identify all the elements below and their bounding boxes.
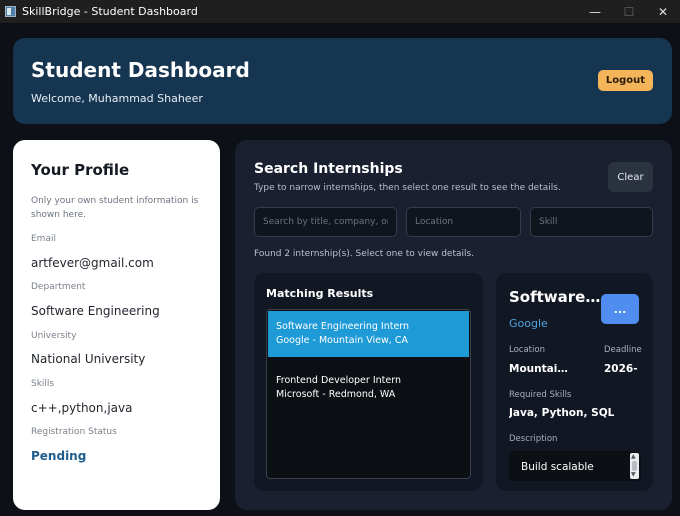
deadline-value: 2026- — [604, 363, 638, 375]
list-item-title: Software Engineering Intern — [276, 321, 410, 332]
skills-label: Skills — [31, 379, 55, 389]
description-scrollbar[interactable]: ▲ ▼ — [630, 453, 639, 479]
detail-title: Software Engineering Intern — [509, 288, 604, 306]
department-label: Department — [31, 282, 86, 292]
location-input[interactable] — [406, 207, 521, 237]
description-value: Build scalable — [521, 461, 594, 473]
detail-action-button[interactable]: ... — [601, 294, 639, 324]
results-title: Matching Results — [266, 287, 374, 300]
results-panel: Matching Results Software Engineering In… — [254, 273, 483, 491]
profile-note: Only your own student information is sho… — [31, 196, 199, 220]
maximize-button[interactable]: ☐ — [612, 0, 646, 23]
list-item[interactable]: Software Engineering Intern Google - Mou… — [268, 311, 469, 357]
clear-button[interactable]: Clear — [608, 162, 653, 192]
list-item[interactable]: Frontend Developer Intern Microsoft - Re… — [268, 365, 469, 411]
search-panel: Search Internships Type to narrow intern… — [235, 140, 672, 510]
list-item-title: Frontend Developer Intern — [276, 375, 401, 386]
university-label: University — [31, 331, 77, 341]
close-button[interactable]: ✕ — [646, 0, 680, 23]
department-value: Software Engineering — [31, 304, 160, 318]
window-title: SkillBridge - Student Dashboard — [22, 5, 198, 18]
university-value: National University — [31, 352, 146, 366]
description-label: Description — [509, 434, 558, 444]
registration-status-badge: Pending — [31, 449, 87, 463]
search-subtitle: Type to narrow internships, then select … — [254, 183, 561, 193]
search-input[interactable] — [254, 207, 397, 237]
window-controls: — ☐ ✕ — [578, 0, 680, 23]
welcome-text: Welcome, Muhammad Shaheer — [31, 92, 203, 105]
location-label: Location — [509, 345, 545, 355]
detail-company: Google — [509, 317, 548, 330]
skill-input[interactable] — [530, 207, 653, 237]
results-list[interactable]: Software Engineering Intern Google - Mou… — [266, 309, 471, 479]
location-value: Mountain View, CA — [509, 363, 571, 375]
deadline-label: Deadline — [604, 345, 642, 355]
required-skills-value: Java, Python, SQL — [509, 407, 615, 419]
logout-button[interactable]: Logout — [597, 70, 653, 91]
title-bar: SkillBridge - Student Dashboard — ☐ ✕ — [0, 0, 680, 23]
description-textarea[interactable]: Build scalable ▲ ▼ — [509, 451, 641, 481]
list-item-subtitle: Microsoft - Redmond, WA — [276, 389, 396, 400]
page-title: Student Dashboard — [31, 58, 250, 82]
scroll-down-icon[interactable]: ▼ — [631, 472, 636, 478]
email-value: artfever@gmail.com — [31, 256, 154, 270]
dashboard-header: Student Dashboard Welcome, Muhammad Shah… — [13, 38, 672, 124]
skills-value: c++,python,java — [31, 401, 133, 415]
scroll-thumb[interactable] — [632, 461, 637, 471]
minimize-button[interactable]: — — [578, 0, 612, 23]
profile-title: Your Profile — [31, 161, 130, 179]
required-skills-label: Required Skills — [509, 390, 572, 400]
scroll-up-icon[interactable]: ▲ — [631, 454, 636, 460]
results-count-text: Found 2 internship(s). Select one to vie… — [254, 249, 475, 259]
app-icon — [5, 6, 16, 17]
search-title: Search Internships — [254, 161, 403, 177]
registration-status-label: Registration Status — [31, 427, 117, 437]
email-label: Email — [31, 234, 56, 244]
profile-card: Your Profile Only your own student infor… — [13, 140, 220, 510]
internship-detail-panel: Software Engineering Intern ... Google L… — [496, 273, 653, 491]
list-item-subtitle: Google - Mountain View, CA — [276, 335, 408, 346]
